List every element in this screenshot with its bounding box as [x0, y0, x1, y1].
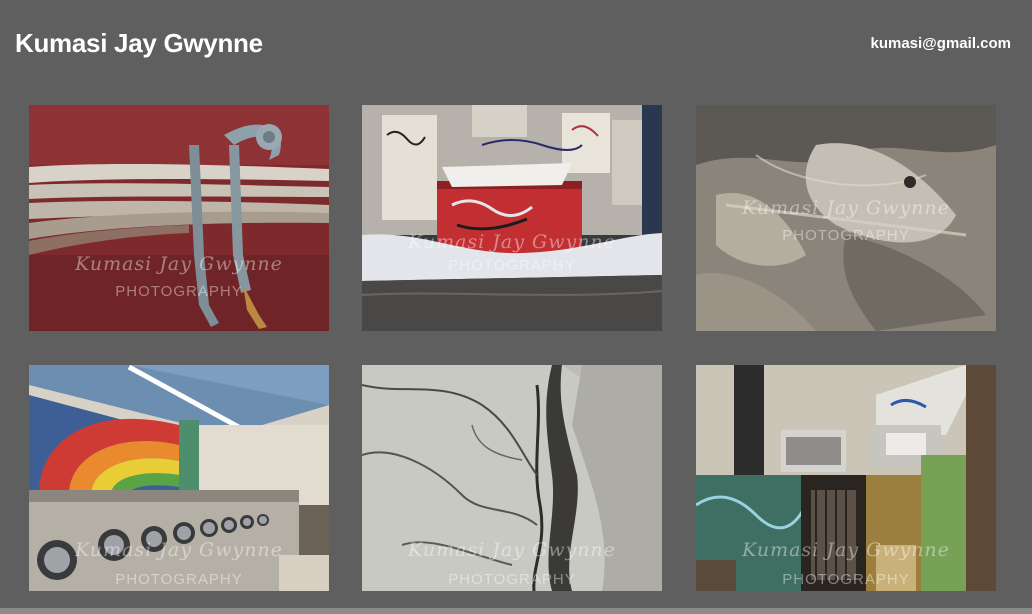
- gallery-photo-plaster[interactable]: Kumasi Jay Gwynne PHOTOGRAPHY: [362, 365, 662, 591]
- photo-image: [362, 365, 662, 591]
- gallery-photo-cables[interactable]: Kumasi Jay Gwynne PHOTOGRAPHY: [29, 105, 329, 331]
- site-title[interactable]: Kumasi Jay Gwynne: [15, 28, 263, 59]
- photo-image: [29, 105, 329, 331]
- gallery-photo-concrete[interactable]: Kumasi Jay Gwynne PHOTOGRAPHY: [696, 105, 996, 331]
- contact-email-link[interactable]: kumasi@gmail.com: [870, 35, 1011, 52]
- horizontal-scrollbar[interactable]: [0, 608, 1032, 614]
- photo-image: [29, 365, 329, 591]
- gallery-photo-laundromat[interactable]: Kumasi Jay Gwynne PHOTOGRAPHY: [29, 365, 329, 591]
- site-header: Kumasi Jay Gwynne kumasi@gmail.com: [0, 0, 1032, 90]
- photo-image: [362, 105, 662, 331]
- photo-image: [696, 105, 996, 331]
- gallery-photo-dumpster[interactable]: Kumasi Jay Gwynne PHOTOGRAPHY: [362, 105, 662, 331]
- photo-image: [696, 365, 996, 591]
- gallery-photo-alley[interactable]: Kumasi Jay Gwynne PHOTOGRAPHY: [696, 365, 996, 591]
